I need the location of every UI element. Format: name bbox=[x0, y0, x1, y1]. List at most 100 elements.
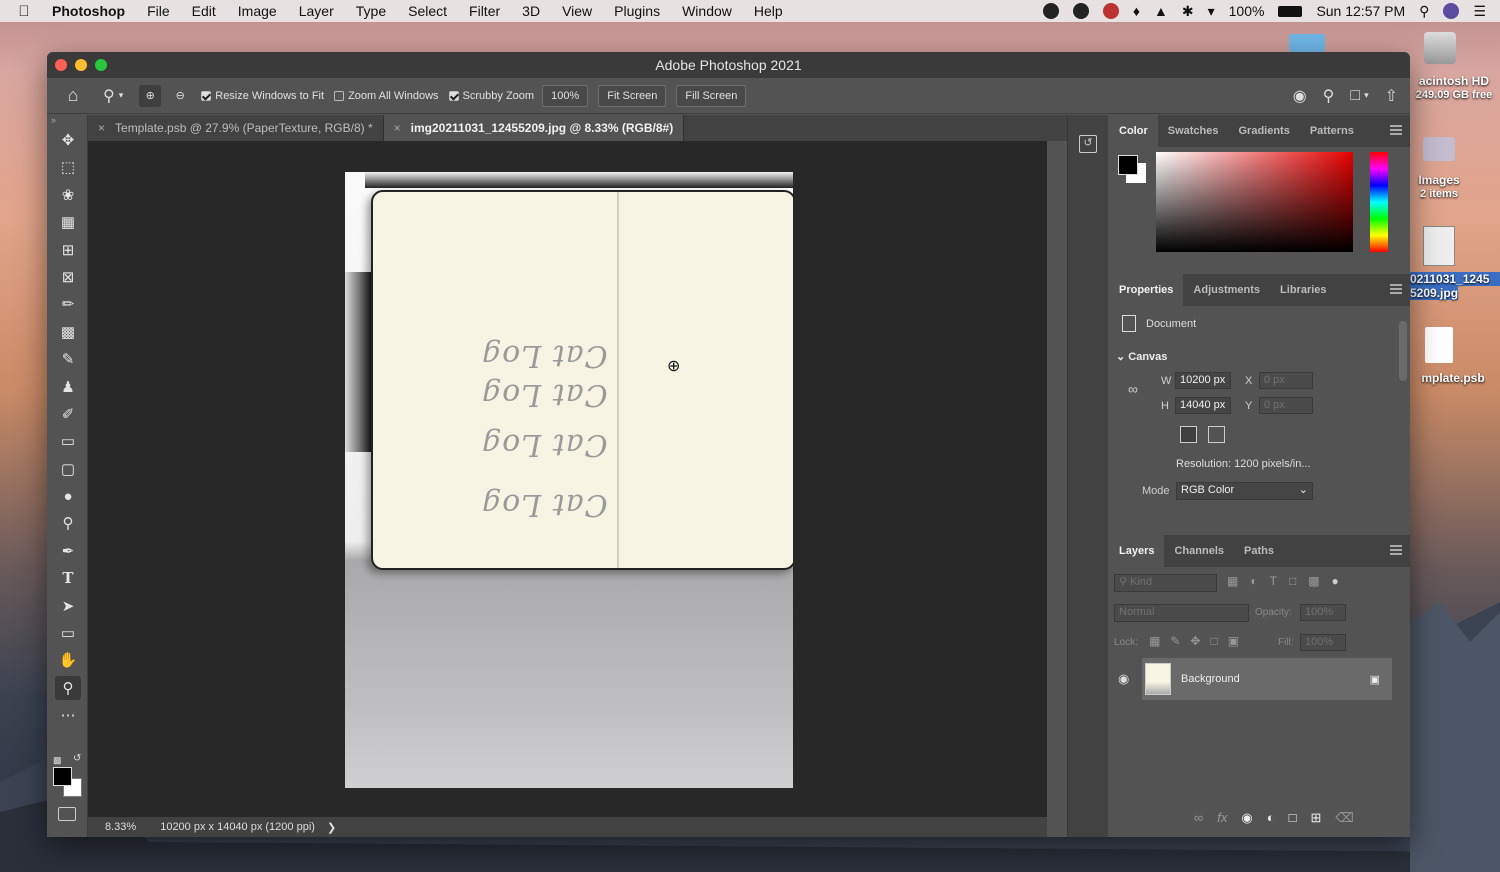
healing-brush-tool-icon[interactable]: ▩ bbox=[55, 320, 81, 344]
frame-tool-icon[interactable]: ⊠ bbox=[55, 265, 81, 289]
more-tools-icon[interactable]: ⋯ bbox=[55, 703, 81, 727]
history-brush-tool-icon[interactable]: ✐ bbox=[55, 402, 81, 426]
tab-patterns[interactable]: Patterns bbox=[1300, 115, 1364, 147]
brush-tool-icon[interactable]: ✎ bbox=[55, 347, 81, 371]
flame-icon[interactable]: ♦ bbox=[1133, 3, 1140, 19]
swap-colors-icon[interactable]: ↺ bbox=[73, 753, 81, 764]
record-icon[interactable] bbox=[1042, 3, 1059, 19]
menu-plugins[interactable]: Plugins bbox=[603, 0, 671, 22]
hard-drive-icon[interactable] bbox=[1424, 32, 1456, 64]
tab-libraries[interactable]: Libraries bbox=[1270, 274, 1336, 306]
path-selection-tool-icon[interactable]: ➤ bbox=[55, 594, 81, 618]
shape-filter-icon[interactable]: □ bbox=[1289, 574, 1296, 588]
mode-select[interactable]: RGB Color ⌄ bbox=[1176, 482, 1313, 500]
close-tab-icon[interactable]: × bbox=[394, 121, 401, 135]
workspace-icon[interactable]: □ ▾ bbox=[1350, 86, 1368, 106]
filter-toggle-icon[interactable]: ● bbox=[1332, 574, 1339, 588]
menu-window[interactable]: Window bbox=[671, 0, 743, 22]
menu-edit[interactable]: Edit bbox=[181, 0, 227, 22]
eyedropper-tool-icon[interactable]: ✏ bbox=[55, 292, 81, 316]
color-field[interactable] bbox=[1156, 152, 1353, 252]
lock-all-icon[interactable]: ▣ bbox=[1228, 634, 1239, 648]
toolbar-collapse-icon[interactable]: » bbox=[47, 115, 87, 128]
lock-transparent-icon[interactable]: ▦ bbox=[1149, 634, 1160, 648]
menu-select[interactable]: Select bbox=[397, 0, 458, 22]
siri-icon[interactable] bbox=[1443, 3, 1460, 19]
type-tool-icon[interactable]: T bbox=[55, 566, 81, 590]
tab-color[interactable]: Color bbox=[1109, 115, 1158, 147]
status-arrow-icon[interactable]: ❯ bbox=[327, 821, 336, 834]
battery-icon[interactable] bbox=[1278, 5, 1303, 17]
tab-img-jpg[interactable]: × img20211031_12455209.jpg @ 8.33% (RGB/8… bbox=[383, 115, 685, 141]
clock[interactable]: Sun 12:57 PM bbox=[1316, 3, 1405, 19]
tab-gradients[interactable]: Gradients bbox=[1228, 115, 1299, 147]
tab-swatches[interactable]: Swatches bbox=[1158, 115, 1229, 147]
pen-tool-icon[interactable]: ✒ bbox=[55, 539, 81, 563]
y-field[interactable]: 0 px bbox=[1259, 397, 1313, 414]
type-filter-icon[interactable]: T bbox=[1270, 574, 1277, 588]
adjustment-filter-icon[interactable]: ◐ bbox=[1250, 574, 1257, 588]
rectangle-tool-icon[interactable]: ▭ bbox=[55, 621, 81, 645]
hue-slider[interactable] bbox=[1370, 152, 1388, 252]
lock-artboard-icon[interactable]: □ bbox=[1210, 634, 1217, 648]
zoom-all-windows-checkbox[interactable]: Zoom All Windows bbox=[334, 90, 439, 102]
layer-style-icon[interactable]: fx bbox=[1217, 810, 1227, 826]
lock-image-icon[interactable]: ✎ bbox=[1170, 634, 1180, 648]
gradient-tool-icon[interactable]: ▢ bbox=[55, 457, 81, 481]
tab-adjustments[interactable]: Adjustments bbox=[1183, 274, 1270, 306]
dropbox-icon[interactable]: ▲ bbox=[1154, 3, 1168, 19]
blend-mode-select[interactable]: Normal bbox=[1114, 604, 1249, 622]
portrait-orientation-icon[interactable] bbox=[1180, 426, 1197, 443]
document-image[interactable]: Cat Log Cat Log Cat Log Cat Log ⊕ bbox=[345, 172, 793, 788]
quick-mask-icon[interactable] bbox=[58, 807, 76, 821]
panel-menu-icon[interactable] bbox=[1390, 125, 1402, 135]
zoom-tool-icon[interactable]: ⚲ bbox=[55, 675, 81, 700]
fit-screen-button[interactable]: Fit Screen bbox=[598, 84, 667, 107]
jpg-file-label[interactable]: 0211031_1245 5209.jpg bbox=[1406, 272, 1500, 300]
minimize-window-button[interactable] bbox=[75, 59, 87, 71]
images-folder-label[interactable]: Images 2 items bbox=[1400, 173, 1478, 201]
resize-windows-checkbox[interactable]: Resize Windows to Fit bbox=[201, 90, 324, 102]
menu-view[interactable]: View bbox=[551, 0, 603, 22]
psb-file-label[interactable]: mplate.psb bbox=[1406, 371, 1500, 385]
foreground-color-swatch[interactable] bbox=[53, 767, 72, 786]
layer-name[interactable]: Background bbox=[1181, 673, 1240, 685]
history-panel-icon[interactable]: ↺ bbox=[1079, 135, 1097, 153]
fill-screen-button[interactable]: Fill Screen bbox=[676, 84, 747, 107]
jpg-file-thumbnail[interactable] bbox=[1423, 226, 1455, 266]
apple-menu-icon[interactable]:  bbox=[0, 3, 48, 20]
tab-paths[interactable]: Paths bbox=[1234, 535, 1284, 567]
delete-layer-icon[interactable]: ⌫ bbox=[1335, 810, 1353, 826]
discover-icon[interactable]: ◉ bbox=[1293, 86, 1307, 106]
spotlight-search-icon[interactable]: ⚲ bbox=[1419, 3, 1429, 20]
opacity-field[interactable]: 100% bbox=[1300, 604, 1346, 621]
zoom-in-icon[interactable]: ⊕ bbox=[139, 84, 162, 107]
tab-properties[interactable]: Properties bbox=[1109, 274, 1184, 306]
menu-layer[interactable]: Layer bbox=[288, 0, 345, 22]
lock-position-icon[interactable]: ✥ bbox=[1190, 634, 1200, 648]
panel-menu-icon[interactable] bbox=[1390, 545, 1402, 555]
move-tool-icon[interactable]: ✥ bbox=[55, 128, 81, 152]
menu-filter[interactable]: Filter bbox=[458, 0, 511, 22]
properties-scrollbar[interactable] bbox=[1399, 321, 1407, 381]
hard-drive-label[interactable]: acintosh HD 249.09 GB free bbox=[1408, 74, 1500, 102]
clone-stamp-tool-icon[interactable]: ♟ bbox=[55, 375, 81, 399]
close-window-button[interactable] bbox=[55, 59, 67, 71]
zoom-window-button[interactable] bbox=[95, 59, 107, 71]
tab-layers[interactable]: Layers bbox=[1109, 535, 1165, 567]
eraser-tool-icon[interactable]: ▭ bbox=[55, 429, 81, 453]
share-icon[interactable]: ⇧ bbox=[1385, 86, 1398, 106]
menu-help[interactable]: Help bbox=[743, 0, 794, 22]
layer-kind-filter[interactable]: ⚲ Kind bbox=[1114, 574, 1217, 592]
fg-color-chip[interactable] bbox=[1118, 155, 1138, 175]
home-icon[interactable]: ⌂ bbox=[61, 85, 85, 106]
scrubby-zoom-checkbox[interactable]: Scrubby Zoom bbox=[448, 90, 534, 102]
menu-type[interactable]: Type bbox=[345, 0, 397, 22]
landscape-orientation-icon[interactable] bbox=[1208, 426, 1225, 443]
lasso-tool-icon[interactable]: ❀ bbox=[55, 183, 81, 207]
tab-channels[interactable]: Channels bbox=[1164, 535, 1234, 567]
zoom-out-icon[interactable]: ⊖ bbox=[169, 89, 191, 102]
x-field[interactable]: 0 px bbox=[1259, 372, 1313, 389]
search-icon[interactable]: ⚲ bbox=[1323, 86, 1335, 106]
hand-tool-icon[interactable]: ✋ bbox=[55, 648, 81, 672]
